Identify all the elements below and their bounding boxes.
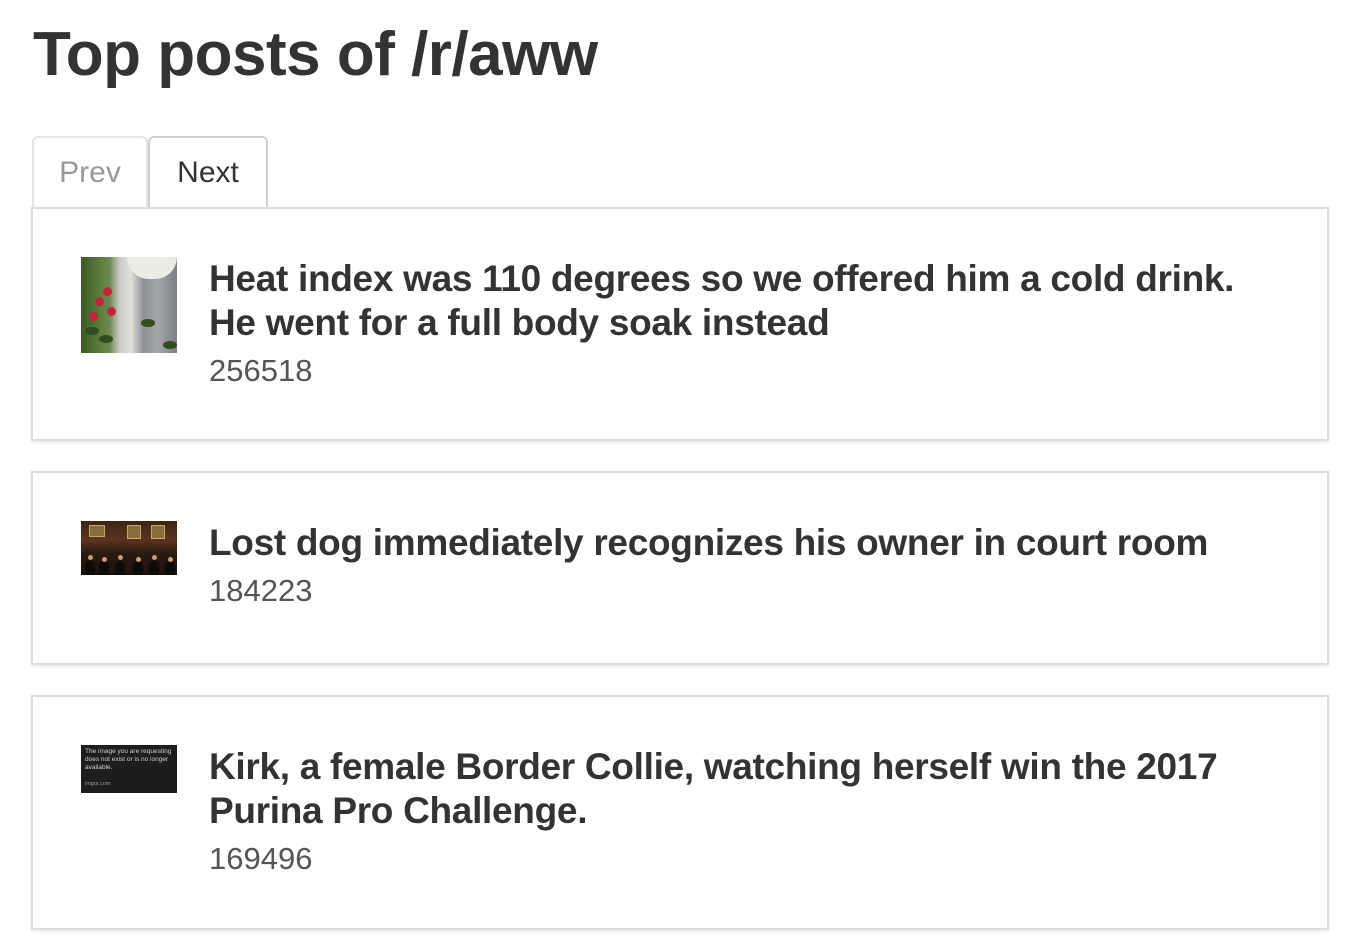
page: Top posts of /r/aww Prev Next Heat index… (0, 0, 1352, 950)
post-body: Kirk, a female Border Collie, watching h… (209, 745, 1287, 879)
thumbnail-detail (95, 297, 104, 306)
post-score: 169496 (209, 841, 313, 876)
post-thumbnail[interactable] (81, 521, 177, 575)
post-card: Heat index was 110 degrees so we offered… (31, 207, 1329, 441)
thumbnail-detail (107, 307, 116, 316)
thumbnail-detail (89, 525, 105, 537)
thumbnail-detail (163, 341, 177, 349)
thumbnail-domain: imgur.com (85, 781, 111, 787)
thumbnail-detail (133, 561, 143, 575)
post-thumbnail[interactable] (81, 257, 177, 353)
thumbnail-detail (89, 312, 98, 321)
prev-button[interactable]: Prev (32, 136, 148, 208)
pager: Prev Next (32, 136, 268, 208)
thumbnail-detail (141, 319, 155, 327)
post-card: Lost dog immediately recognizes his owne… (31, 471, 1329, 665)
post-score: 184223 (209, 573, 313, 608)
post-body: Lost dog immediately recognizes his owne… (209, 521, 1287, 611)
post-thumbnail[interactable]: The image you are requesting does not ex… (81, 745, 177, 793)
thumbnail-detail (118, 555, 123, 560)
post-title-link[interactable]: Lost dog immediately recognizes his owne… (209, 521, 1287, 565)
thumbnail-message: The image you are requesting does not ex… (85, 748, 172, 771)
post-body: Heat index was 110 degrees so we offered… (209, 257, 1287, 391)
thumbnail-detail (103, 287, 112, 296)
thumbnail-detail (99, 335, 113, 343)
thumbnail-detail (85, 327, 99, 335)
post-card: The image you are requesting does not ex… (31, 695, 1329, 930)
page-title: Top posts of /r/aww (33, 20, 598, 89)
post-title-link[interactable]: Heat index was 110 degrees so we offered… (209, 257, 1287, 345)
thumbnail-detail (85, 561, 95, 575)
thumbnail-detail (115, 561, 125, 575)
thumbnail-detail (151, 525, 165, 539)
thumbnail-detail (88, 555, 93, 560)
thumbnail-detail (136, 557, 141, 562)
thumbnail-detail (127, 257, 177, 279)
thumbnail-detail (165, 561, 175, 575)
thumbnail-detail (99, 561, 109, 575)
thumbnail-detail (168, 557, 173, 562)
post-score: 256518 (209, 353, 313, 388)
thumbnail-detail (152, 555, 157, 560)
thumbnail-detail (127, 525, 141, 539)
thumbnail-detail (102, 557, 107, 562)
next-button[interactable]: Next (148, 136, 268, 208)
post-title-link[interactable]: Kirk, a female Border Collie, watching h… (209, 745, 1287, 833)
thumbnail-detail (149, 561, 159, 575)
